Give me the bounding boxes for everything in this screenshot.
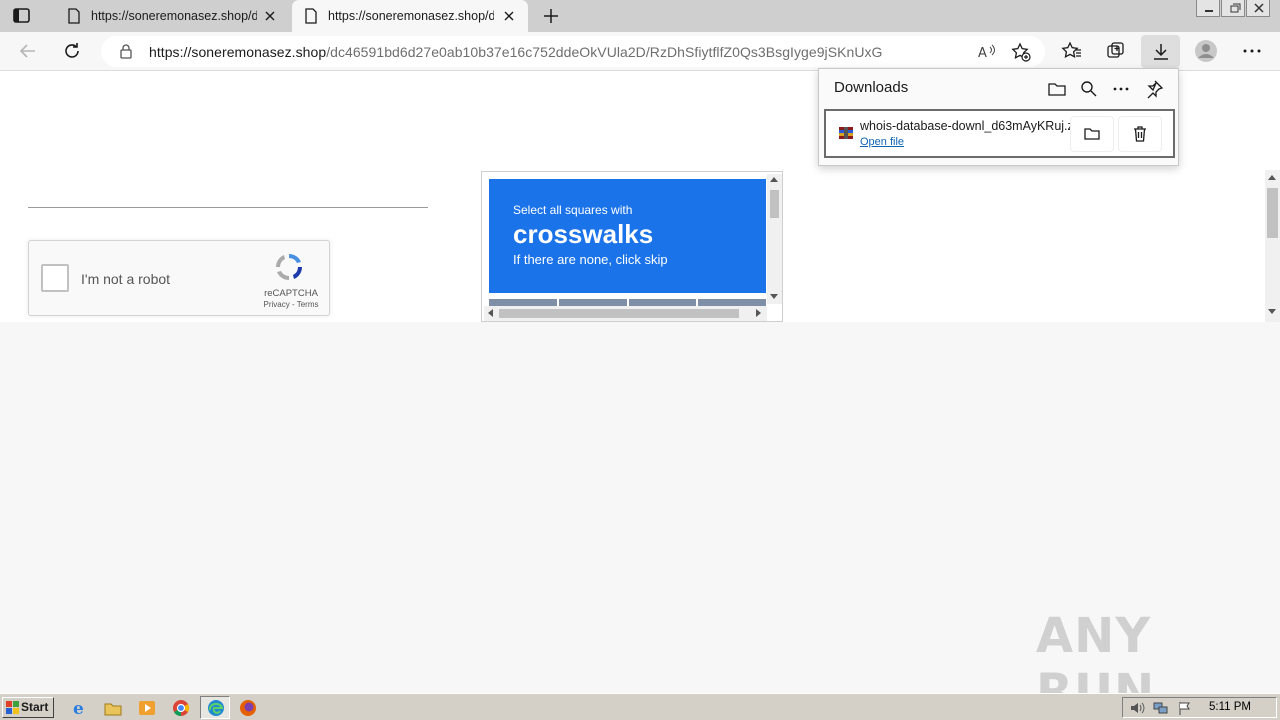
more-options-icon[interactable] xyxy=(1111,79,1131,99)
restore-button[interactable] xyxy=(1221,0,1245,17)
firefox-icon[interactable] xyxy=(238,698,258,718)
internet-explorer-icon[interactable]: e xyxy=(70,698,90,718)
chrome-icon[interactable] xyxy=(171,698,191,718)
pin-icon[interactable] xyxy=(1144,79,1164,99)
system-tray: 5:11 PM xyxy=(1122,697,1277,718)
back-arrow-icon[interactable] xyxy=(17,40,39,62)
svg-text:e: e xyxy=(73,699,84,718)
browser-toolbar: https://soneremonasez.shop/dc46591bd6d27… xyxy=(0,32,1280,71)
scroll-right-icon[interactable] xyxy=(756,309,761,317)
windows-flag-icon xyxy=(6,701,19,714)
challenge-instruction: Select all squares with xyxy=(513,203,633,217)
challenge-tile[interactable] xyxy=(698,299,766,306)
tab-strip: https://soneremonasez.shop/dc46591bd6d27… xyxy=(0,0,1280,32)
taskbar-active-app[interactable] xyxy=(200,696,230,719)
challenge-tile[interactable] xyxy=(558,299,627,306)
challenge-target: crosswalks xyxy=(513,219,654,249)
search-icon[interactable] xyxy=(1079,79,1099,99)
address-bar[interactable]: https://soneremonasez.shop/dc46591bd6d27… xyxy=(101,36,1045,67)
challenge-tile[interactable] xyxy=(489,299,557,306)
open-file-link[interactable]: Open file xyxy=(860,136,904,148)
folder-icon xyxy=(1084,128,1100,140)
tab-title: https://soneremonasez.shop/dc46591bd6d27… xyxy=(91,9,257,23)
network-icon[interactable] xyxy=(1153,701,1169,715)
volume-icon[interactable] xyxy=(1129,701,1145,715)
page-icon xyxy=(68,8,80,24)
svg-text:A: A xyxy=(978,46,987,61)
clock: 5:11 PM xyxy=(1209,701,1251,713)
recaptcha-checkbox[interactable] xyxy=(41,264,69,292)
lock-icon[interactable] xyxy=(119,44,133,59)
close-icon[interactable] xyxy=(502,9,516,23)
url-host: https://soneremonasez.shop xyxy=(149,44,327,60)
url-text[interactable]: https://soneremonasez.shop/dc46591bd6d27… xyxy=(149,44,882,60)
recaptcha-privacy-terms[interactable]: Privacy - Terms xyxy=(261,300,321,309)
page-icon xyxy=(305,8,317,24)
challenge-horizontal-scrollbar[interactable] xyxy=(484,306,767,321)
challenge-hint: If there are none, click skip xyxy=(513,252,668,267)
download-icon xyxy=(1154,44,1168,60)
challenge-header: Select all squares with crosswalks If th… xyxy=(489,179,766,293)
scroll-down-icon[interactable] xyxy=(770,294,778,299)
collections-icon[interactable] xyxy=(1105,40,1127,62)
challenge-image-grid xyxy=(489,299,766,306)
add-favorite-icon[interactable] xyxy=(1010,41,1032,63)
media-player-icon[interactable] xyxy=(137,698,157,718)
scroll-down-icon[interactable] xyxy=(1268,309,1276,314)
scroll-thumb[interactable] xyxy=(770,190,779,218)
flag-icon[interactable] xyxy=(1177,701,1193,715)
more-options-icon[interactable] xyxy=(1241,40,1263,62)
delete-download-button[interactable] xyxy=(1119,117,1161,151)
tab-1[interactable]: https://soneremonasez.shop/dc46591bd6d27… xyxy=(55,0,289,32)
close-icon[interactable] xyxy=(263,9,277,23)
downloads-panel: Downloads whois-database-downl_d63mAyKRu… xyxy=(818,68,1179,166)
new-tab-icon[interactable] xyxy=(541,6,561,26)
recaptcha-brand: reCAPTCHA xyxy=(264,288,318,299)
start-label: Start xyxy=(21,700,49,714)
scroll-up-icon[interactable] xyxy=(770,177,778,182)
file-explorer-icon[interactable] xyxy=(103,698,123,718)
start-button[interactable]: Start xyxy=(2,697,54,718)
page-captcha-area: I'm not a robot reCAPTCHA Privacy - Term… xyxy=(0,170,1265,322)
challenge-vertical-scrollbar[interactable] xyxy=(767,174,782,304)
taskbar: Start e 5:11 PM xyxy=(0,693,1280,720)
favorites-icon[interactable] xyxy=(1061,40,1083,62)
downloads-button[interactable] xyxy=(1141,35,1180,68)
downloads-title: Downloads xyxy=(834,79,909,96)
recaptcha-logo-icon xyxy=(276,254,302,280)
window-controls xyxy=(1195,0,1270,18)
open-folder-icon[interactable] xyxy=(1047,79,1067,99)
challenge-tile[interactable] xyxy=(628,299,697,306)
show-in-folder-button[interactable] xyxy=(1071,117,1113,151)
scroll-left-icon[interactable] xyxy=(488,309,493,317)
close-window-button[interactable] xyxy=(1246,0,1270,17)
url-path: /dc46591bd6d27e0ab10b37e16c752ddeOkVUla2… xyxy=(326,44,883,60)
scroll-up-icon[interactable] xyxy=(1268,175,1276,180)
read-aloud-icon[interactable]: A xyxy=(977,42,997,62)
refresh-icon[interactable] xyxy=(61,40,83,62)
minimize-button[interactable] xyxy=(1196,0,1220,17)
tab-title: https://soneremonasez.shop/dc46591bd6d27… xyxy=(328,9,494,23)
archive-file-icon xyxy=(839,127,853,139)
captcha-challenge-frame: Select all squares with crosswalks If th… xyxy=(481,171,783,322)
profile-avatar-icon[interactable] xyxy=(1194,39,1218,63)
recaptcha-widget: I'm not a robot reCAPTCHA Privacy - Term… xyxy=(28,240,330,316)
recaptcha-label: I'm not a robot xyxy=(81,271,171,287)
scroll-thumb[interactable] xyxy=(499,309,739,318)
tab-actions-icon[interactable] xyxy=(12,7,32,25)
divider xyxy=(28,207,428,208)
trash-icon xyxy=(1134,126,1146,142)
download-filename: whois-database-downl_d63mAyKRuj.zip xyxy=(860,119,1070,133)
tab-2-active[interactable]: https://soneremonasez.shop/dc46591bd6d27… xyxy=(292,0,528,32)
page-vertical-scrollbar[interactable] xyxy=(1265,170,1280,322)
download-item[interactable]: whois-database-downl_d63mAyKRuj.zip Open… xyxy=(824,109,1175,158)
scroll-thumb[interactable] xyxy=(1267,188,1278,238)
edge-icon xyxy=(208,700,224,716)
